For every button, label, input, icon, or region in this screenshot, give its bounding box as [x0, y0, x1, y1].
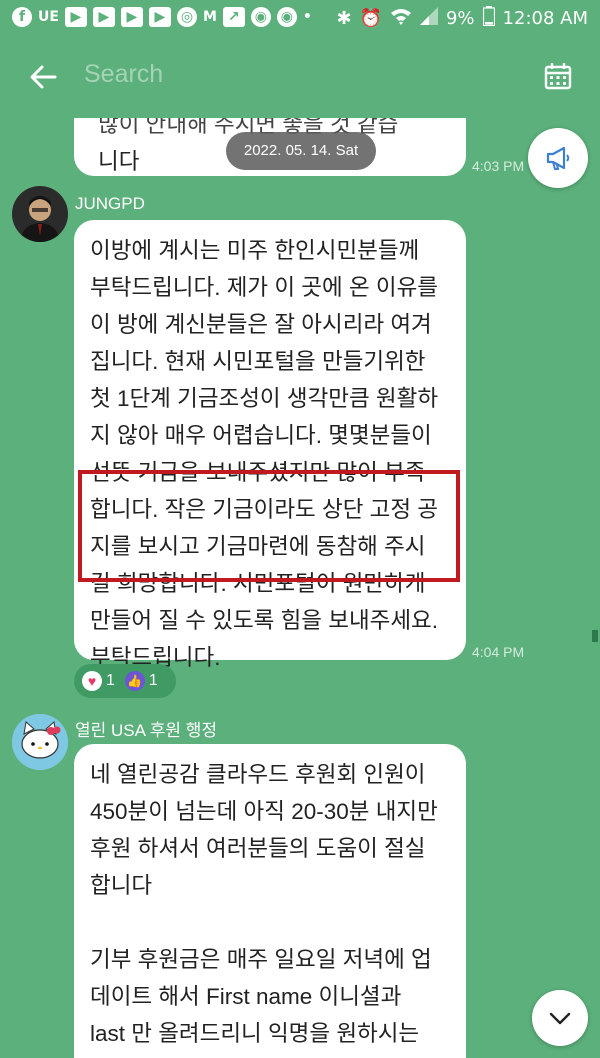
target-icon: ◎ — [176, 7, 197, 27]
youtube-icon: ▶ — [64, 7, 87, 27]
signal-icon — [419, 7, 438, 30]
avatar-jungpd[interactable] — [12, 186, 68, 242]
message-text: 이방에 계시는 미주 한인시민분들께 부탁드립니다. 제가 이 곳에 온 이유를… — [90, 238, 439, 670]
battery-percent: 9% — [445, 8, 475, 29]
chat-area[interactable]: 많이 안내해 주시면 좋을 것 같습 니다 4:03 PM 2022. 05. … — [0, 118, 600, 1058]
like-count: 1 — [148, 672, 158, 689]
youtube-icon: ▶ — [120, 7, 143, 27]
date-divider: 2022. 05. 14. Sat — [226, 132, 376, 170]
message-bubble-usa[interactable]: 네 열린공감 클라우드 후원회 인원이 450분이 넘는데 아직 20-30분 … — [74, 744, 466, 1058]
search-input[interactable]: Search — [84, 60, 163, 89]
chart-icon: ↗ — [222, 7, 245, 27]
sender-name: 열린 USA 후원 행정 — [75, 721, 218, 740]
chrome-icon: ◉ — [250, 7, 271, 27]
alarm-icon: ⏰ — [359, 8, 382, 29]
app-bar: Search — [0, 36, 600, 120]
highlight-box — [78, 470, 460, 582]
bluetooth-icon: ✱ — [336, 8, 352, 29]
message-bubble-jungpd[interactable]: 이방에 계시는 미주 한인시민분들께 부탁드립니다. 제가 이 곳에 온 이유를… — [74, 220, 466, 670]
notification-icons: f UE ▶ ▶ ▶ ▶ ◎ M ↗ ◉ ◉ • — [12, 7, 312, 27]
heart-reaction-icon: ♥ — [82, 671, 102, 691]
avatar-hello-kitty[interactable] — [12, 714, 68, 770]
message-text: 네 열린공감 클라우드 후원회 인원이 450분이 넘는데 아직 20-30분 … — [90, 762, 438, 1046]
facebook-icon: f — [12, 7, 32, 27]
wifi-icon — [390, 7, 412, 30]
heart-count: 1 — [106, 672, 115, 689]
clock: 12:08 AM — [502, 8, 588, 29]
back-arrow-icon[interactable] — [28, 62, 58, 92]
youtube-icon: ▶ — [92, 7, 115, 27]
sender-name: JUNGPD — [75, 194, 145, 213]
message-time: 4:03 PM — [472, 158, 525, 174]
gmail-icon: M — [202, 9, 217, 25]
status-bar: f UE ▶ ▶ ▶ ▶ ◎ M ↗ ◉ ◉ • ✱ ⏰ 9% 12:08 AM — [0, 0, 600, 36]
announcement-button[interactable] — [528, 128, 588, 188]
chevron-down-icon — [549, 1012, 571, 1025]
like-reaction-icon: 👍 — [124, 671, 145, 691]
battery-icon — [482, 6, 495, 31]
calendar-icon[interactable] — [544, 62, 572, 90]
chrome-icon: ◉ — [276, 7, 297, 27]
ue-icon: UE — [38, 9, 59, 25]
megaphone-icon — [546, 146, 570, 170]
scroll-indicator[interactable] — [592, 630, 598, 642]
youtube-icon: ▶ — [148, 7, 171, 27]
message-time: 4:04 PM — [472, 644, 525, 660]
scroll-down-button[interactable] — [532, 990, 588, 1046]
more-icon: • — [302, 9, 312, 25]
reaction-bar[interactable]: ♥ 1 👍 1 — [74, 664, 176, 698]
